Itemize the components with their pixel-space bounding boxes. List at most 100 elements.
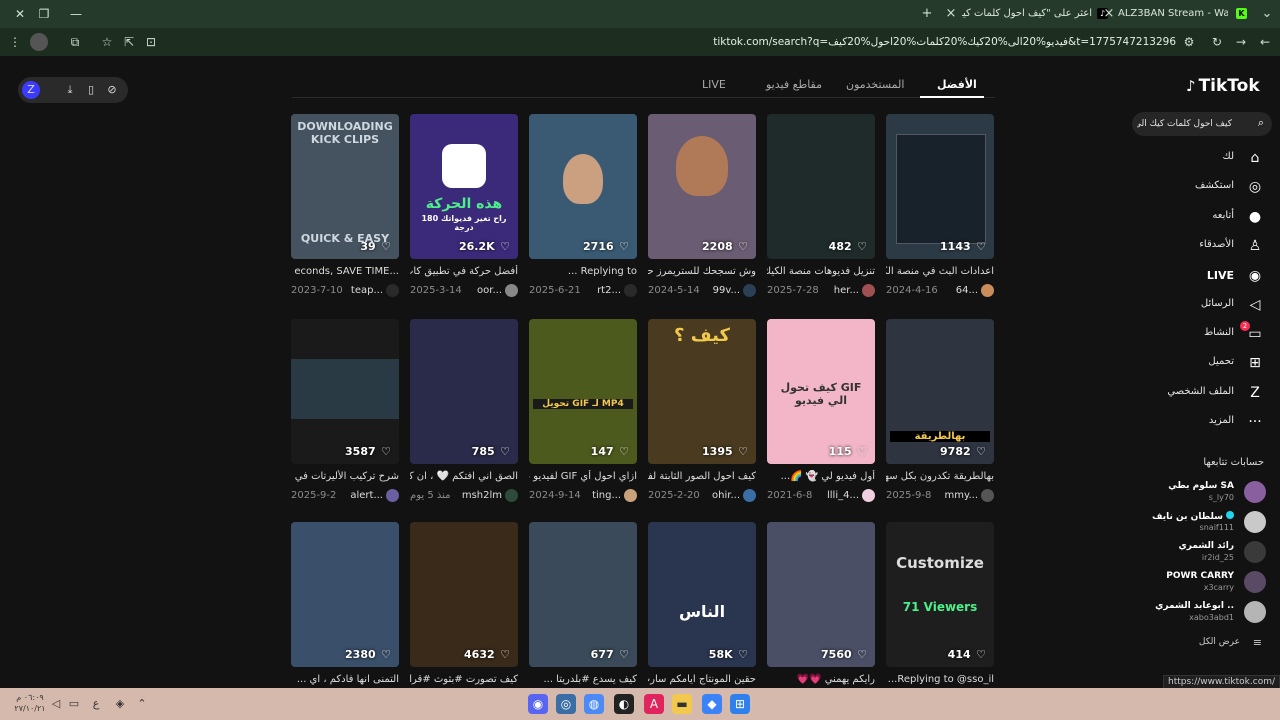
followed-account[interactable]: سلوم بطي SA s_ly70 xyxy=(1137,480,1272,506)
network-icon[interactable]: ▭ xyxy=(66,696,82,712)
video-thumbnail[interactable]: 3587 ♡ xyxy=(291,319,399,464)
sidebar-item[interactable]: تحميل ⊞ xyxy=(1144,352,1264,374)
search-input[interactable]: كيف احول كلمات كيك الى فيديو xyxy=(1137,117,1232,131)
author-avatar[interactable] xyxy=(743,284,756,297)
tiktok-logo[interactable]: ♪ TikTok xyxy=(1186,76,1260,96)
video-thumbnail[interactable]: 1395 ♡ كيف ؟ xyxy=(648,319,756,464)
video-caption[interactable]: كيف احول الصور الثابتة لفيـ... xyxy=(648,470,756,484)
video-thumbnail[interactable]: 482 ♡ xyxy=(767,114,875,259)
mobile-icon[interactable]: ▯ xyxy=(82,81,100,99)
author-avatar[interactable] xyxy=(505,489,518,502)
video-author[interactable]: mmy... xyxy=(944,489,978,503)
video-caption[interactable]: تنزيل فديوهات منصة الكيك xyxy=(767,265,875,279)
author-avatar[interactable] xyxy=(386,489,399,502)
see-all-link[interactable]: عرض الكل ≡ xyxy=(1199,636,1262,649)
author-avatar[interactable] xyxy=(624,284,637,297)
video-thumbnail[interactable]: 58K ♡ الناس xyxy=(648,522,756,667)
app-diamond-icon[interactable]: ◆ xyxy=(702,694,722,714)
video-caption[interactable]: كيف تصورت #بثوث #قرائد... xyxy=(410,673,518,687)
browser-tab-kick[interactable]: ALZ3BAN Stream - Watch Live on xyxy=(1118,3,1228,25)
video-thumbnail[interactable]: 7560 ♡ xyxy=(767,522,875,667)
video-caption[interactable]: أفضل حركة في تطبيق كاب ... xyxy=(410,265,518,279)
sidebar-item[interactable]: الأصدقاء ♙ xyxy=(1144,235,1264,257)
video-caption[interactable]: شرح تركيب الأليرتات في سـ... xyxy=(291,470,399,484)
video-thumbnail[interactable]: 4632 ♡ xyxy=(410,522,518,667)
video-thumbnail[interactable]: 1143 ♡ xyxy=(886,114,994,259)
video-caption[interactable]: ازاي احول أي GIF لفيديو 4... xyxy=(529,470,637,484)
video-thumbnail[interactable]: 2716 ♡ xyxy=(529,114,637,259)
author-avatar[interactable] xyxy=(862,489,875,502)
followed-account[interactable]: POWR CARRY x3carry xyxy=(1137,570,1272,596)
video-caption[interactable]: Replying to @sso_il... xyxy=(886,673,994,687)
followed-account[interactable]: رائد الشمري ir2id_25 xyxy=(1137,540,1272,566)
menu-dots-icon[interactable]: ⋮ xyxy=(6,33,24,51)
author-avatar[interactable] xyxy=(505,284,518,297)
browser-tab-active[interactable]: اعثر على "كيف احول كلمات كيك ا xyxy=(962,3,1092,25)
volume-icon[interactable]: ◁ xyxy=(48,696,64,712)
account-avatar[interactable] xyxy=(1244,541,1266,563)
video-caption[interactable]: اعدادات البث في منصة الكيك... xyxy=(886,265,994,279)
video-thumbnail[interactable]: 9782 ♡ بهالطريقة xyxy=(886,319,994,464)
tab-top[interactable]: الأفضل xyxy=(937,78,977,91)
video-caption[interactable]: Replying to ... xyxy=(529,265,637,279)
video-author[interactable]: alert... xyxy=(350,489,383,503)
search-icon[interactable]: ⌕ xyxy=(1258,116,1264,130)
profile-avatar-icon[interactable] xyxy=(30,33,48,51)
tab-search-button[interactable]: ⌄ xyxy=(1260,3,1274,25)
video-caption[interactable]: بهالطريقة تكدرون بكل سهولـ... xyxy=(886,470,994,484)
video-caption[interactable]: أول فيديو لي 👻 🌈... xyxy=(767,470,875,484)
account-avatar[interactable] xyxy=(1244,481,1266,503)
address-bar[interactable]: tiktok.com/search?q=فيديو%20الى%20كيك%20… xyxy=(620,34,1176,50)
tray-overflow-icon[interactable]: ⌃ xyxy=(134,696,150,712)
download-icon[interactable]: ⤓ xyxy=(61,81,79,99)
install-app-icon[interactable]: ⊡ xyxy=(142,33,160,51)
discord-icon[interactable]: ◉ xyxy=(528,694,548,714)
sidebar-item[interactable]: أتابعه ● xyxy=(1144,206,1264,228)
video-author[interactable]: ting... xyxy=(592,489,621,503)
compass-icon[interactable]: ⊘ xyxy=(103,81,121,99)
chrome-icon[interactable]: ◍ xyxy=(584,694,604,714)
account-avatar[interactable] xyxy=(1244,601,1266,623)
author-avatar[interactable] xyxy=(624,489,637,502)
video-author[interactable]: llli_4... xyxy=(827,489,859,503)
tab-videos[interactable]: مقاطع فيديو xyxy=(766,78,822,91)
video-author[interactable]: oor... xyxy=(477,284,502,298)
extensions-icon[interactable]: ⧉ xyxy=(66,33,84,51)
sidebar-item[interactable]: لك ⌂ xyxy=(1144,147,1264,169)
video-caption[interactable]: رايكم يهمني 💗💗 xyxy=(767,673,875,687)
sidebar-item[interactable]: النشاط ▭ 2 xyxy=(1144,321,1264,345)
share-icon[interactable]: ⇱ xyxy=(120,33,138,51)
video-author[interactable]: her... xyxy=(834,284,859,298)
author-avatar[interactable] xyxy=(386,284,399,297)
browser-app-icon[interactable]: ◎ xyxy=(556,694,576,714)
sidebar-item[interactable]: المزيد ··· xyxy=(1144,411,1264,433)
search-box[interactable]: كيف احول كلمات كيك الى فيديو ⌕ xyxy=(1132,112,1272,136)
author-avatar[interactable] xyxy=(743,489,756,502)
clock[interactable]: ٠٦:٠٩ م ٢٧/١٠/٢١ xyxy=(10,692,50,714)
video-author[interactable]: ohir... xyxy=(712,489,740,503)
adobe-icon[interactable]: A xyxy=(644,694,664,714)
video-caption[interactable]: ...econds, SAVE TIME xyxy=(291,265,399,279)
extension-logo-icon[interactable]: Z xyxy=(22,81,40,99)
video-thumbnail[interactable]: 2208 ♡ xyxy=(648,114,756,259)
video-author[interactable]: msh2lm xyxy=(462,489,502,503)
video-author[interactable]: 99v... xyxy=(713,284,740,298)
video-author[interactable]: rt2... xyxy=(597,284,621,298)
followed-account[interactable]: سلطان بن نايف snaif111 xyxy=(1137,510,1272,536)
video-thumbnail[interactable]: 677 ♡ xyxy=(529,522,637,667)
video-caption[interactable]: التمنى انها فادكم ، اي ... xyxy=(291,673,399,687)
followed-account[interactable]: ابوعابد الشمري .. xabo3abd1 xyxy=(1137,600,1272,626)
sidebar-item[interactable]: الرسائل ◁ xyxy=(1144,294,1264,316)
windows-start-icon[interactable]: ⊞ xyxy=(730,694,750,714)
video-author[interactable]: 64... xyxy=(956,284,978,298)
tab-live[interactable]: LIVE xyxy=(702,78,726,91)
forward-icon[interactable]: → xyxy=(1232,33,1250,51)
video-caption[interactable]: وش تسجحك للستريمرز حـ xyxy=(648,265,756,279)
video-thumbnail[interactable]: 115 ♡ كيف تحول GIF الي فيديو xyxy=(767,319,875,464)
minimize-window-button[interactable]: — xyxy=(56,0,96,28)
site-settings-icon[interactable]: ⚙ xyxy=(1180,33,1198,51)
video-caption[interactable]: حقين المونتاج ايامكم سارت ... xyxy=(648,673,756,687)
author-avatar[interactable] xyxy=(981,489,994,502)
video-thumbnail[interactable]: 2380 ♡ xyxy=(291,522,399,667)
video-thumbnail[interactable]: 39 ♡ DOWNLOADING KICK CLIPS QUICK & EASY xyxy=(291,114,399,259)
